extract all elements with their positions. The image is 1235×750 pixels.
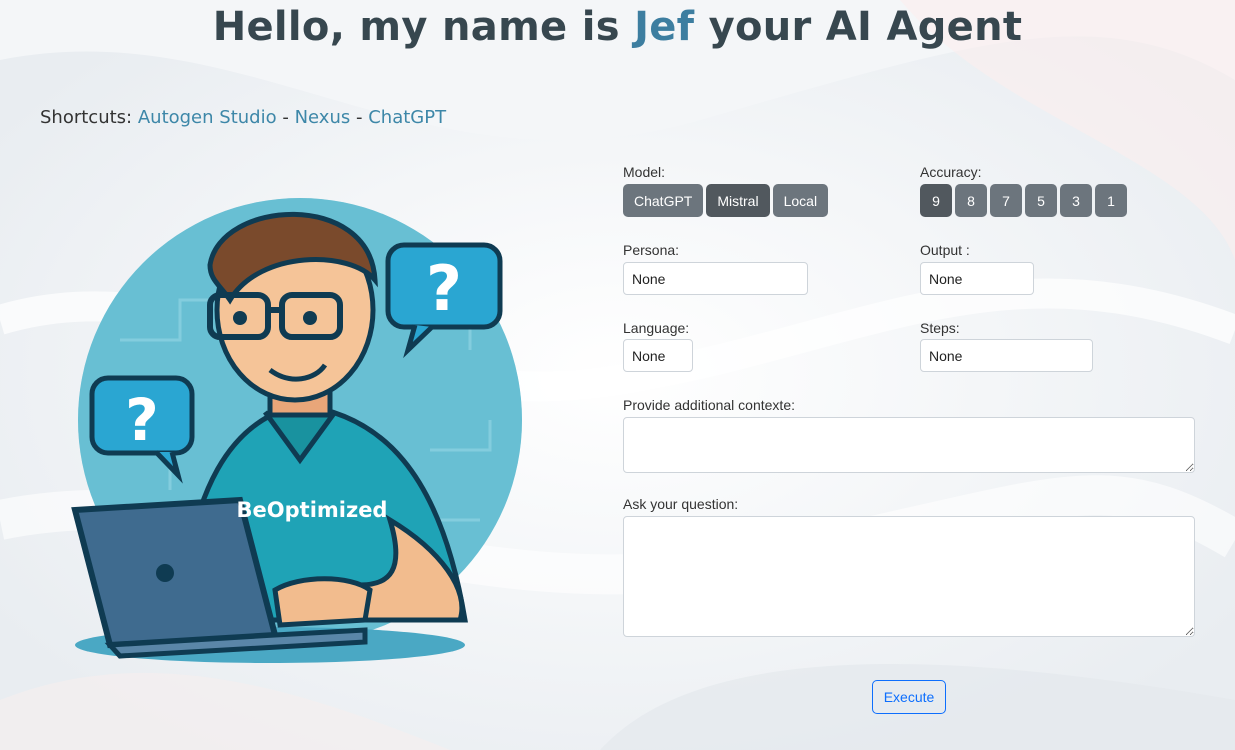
shortcut-separator: - bbox=[355, 107, 363, 128]
accuracy-7-button[interactable]: 7 bbox=[990, 184, 1022, 217]
steps-label: Steps: bbox=[920, 320, 960, 336]
svg-text:?: ? bbox=[426, 252, 462, 325]
accuracy-1-button[interactable]: 1 bbox=[1095, 184, 1127, 217]
persona-select[interactable]: None bbox=[623, 262, 808, 295]
persona-value: None bbox=[632, 270, 666, 287]
output-label: Output : bbox=[920, 242, 970, 258]
shortcut-chatgpt[interactable]: ChatGPT bbox=[368, 107, 446, 128]
page: Hello, my name is Jef your AI Agent Shor… bbox=[0, 0, 1235, 750]
page-title: Hello, my name is Jef your AI Agent bbox=[212, 4, 1023, 50]
steps-value: None bbox=[929, 347, 963, 364]
output-value: None bbox=[929, 270, 963, 287]
shortcut-separator: - bbox=[282, 107, 289, 128]
model-local-button[interactable]: Local bbox=[772, 184, 829, 217]
language-value: None bbox=[632, 347, 666, 364]
model-chatgpt-button[interactable]: ChatGPT bbox=[623, 184, 704, 217]
persona-label: Persona: bbox=[623, 242, 680, 258]
context-textarea[interactable] bbox=[623, 417, 1195, 473]
context-label: Provide additional contexte: bbox=[623, 397, 795, 413]
shortcuts-label: Shortcuts: bbox=[40, 107, 133, 128]
model-button-group: ChatGPT Mistral Local bbox=[623, 184, 829, 217]
accuracy-8-button[interactable]: 8 bbox=[955, 184, 987, 217]
agent-illustration: BeOptimized ? ? bbox=[71, 198, 522, 663]
accuracy-button-group: 9 8 7 5 3 1 bbox=[920, 184, 1127, 217]
accuracy-5-button[interactable]: 5 bbox=[1025, 184, 1057, 217]
language-select[interactable]: None bbox=[623, 339, 693, 372]
shortcuts-bar: Shortcuts: Autogen Studio - Nexus - Chat… bbox=[40, 107, 446, 128]
shortcut-autogen-studio[interactable]: Autogen Studio bbox=[138, 107, 277, 128]
execute-button[interactable]: Execute bbox=[872, 680, 946, 714]
model-mistral-button[interactable]: Mistral bbox=[706, 184, 770, 217]
language-label: Language: bbox=[623, 320, 690, 336]
steps-select[interactable]: None bbox=[920, 339, 1093, 372]
model-label: Model: bbox=[623, 164, 666, 180]
agent-name: Jef bbox=[634, 4, 695, 50]
accuracy-9-button[interactable]: 9 bbox=[920, 184, 952, 217]
question-label: Ask your question: bbox=[623, 496, 739, 512]
accuracy-label: Accuracy: bbox=[920, 164, 982, 180]
svg-text:?: ? bbox=[125, 386, 159, 454]
shirt-text: BeOptimized bbox=[237, 498, 388, 522]
output-select[interactable]: None bbox=[920, 262, 1034, 295]
accuracy-3-button[interactable]: 3 bbox=[1060, 184, 1092, 217]
shortcut-nexus[interactable]: Nexus bbox=[295, 107, 351, 128]
question-textarea[interactable] bbox=[623, 516, 1195, 637]
